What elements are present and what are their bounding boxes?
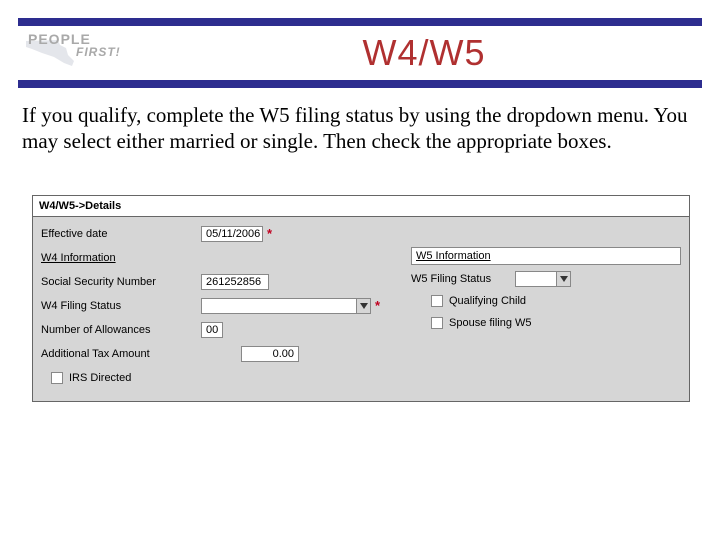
- required-asterisk: *: [267, 226, 272, 241]
- chevron-down-icon[interactable]: [356, 299, 370, 313]
- ssn-label: Social Security Number: [41, 276, 201, 288]
- divider-bottom: [18, 80, 702, 88]
- irs-directed-label: IRS Directed: [69, 372, 131, 384]
- w5-filing-status-label: W5 Filing Status: [411, 273, 515, 285]
- header: PEOPLE FIRST! W4/W5: [0, 26, 720, 80]
- instruction-text: If you qualify, complete the W5 filing s…: [0, 88, 720, 155]
- effective-date-field[interactable]: 05/11/2006: [201, 226, 263, 242]
- w4-information-heading: W4 Information: [41, 252, 201, 264]
- effective-date-label: Effective date: [41, 228, 201, 240]
- divider-top: [18, 18, 702, 26]
- spouse-filing-w5-checkbox[interactable]: [431, 317, 443, 329]
- w4-column: Effective date 05/11/2006 * W4 Informati…: [41, 223, 401, 391]
- allowances-label: Number of Allowances: [41, 324, 201, 336]
- page-title: W4/W5: [146, 32, 702, 74]
- w5-column: W5 Information W5 Filing Status Qualifyi…: [411, 223, 681, 391]
- qualifying-child-checkbox[interactable]: [431, 295, 443, 307]
- w4w5-details-panel: W4/W5->Details Effective date 05/11/2006…: [32, 195, 690, 402]
- w5-information-heading: W5 Information: [411, 247, 681, 265]
- additional-tax-field[interactable]: 0.00: [241, 346, 299, 362]
- required-asterisk: *: [375, 298, 380, 313]
- people-first-logo: PEOPLE FIRST!: [18, 33, 128, 73]
- w5-filing-status-dropdown[interactable]: [515, 271, 571, 287]
- w4-filing-status-dropdown[interactable]: [201, 298, 371, 314]
- irs-directed-checkbox[interactable]: [51, 372, 63, 384]
- ssn-field[interactable]: 261252856: [201, 274, 269, 290]
- spouse-filing-w5-label: Spouse filing W5: [449, 317, 532, 329]
- breadcrumb: W4/W5->Details: [33, 196, 689, 217]
- allowances-field[interactable]: 00: [201, 322, 223, 338]
- additional-tax-label: Additional Tax Amount: [41, 348, 201, 360]
- w4-filing-status-value: [202, 299, 356, 313]
- logo-text-bottom: FIRST!: [76, 45, 121, 59]
- w4-filing-status-label: W4 Filing Status: [41, 300, 201, 312]
- w5-filing-status-value: [516, 272, 556, 286]
- chevron-down-icon[interactable]: [556, 272, 570, 286]
- qualifying-child-label: Qualifying Child: [449, 295, 526, 307]
